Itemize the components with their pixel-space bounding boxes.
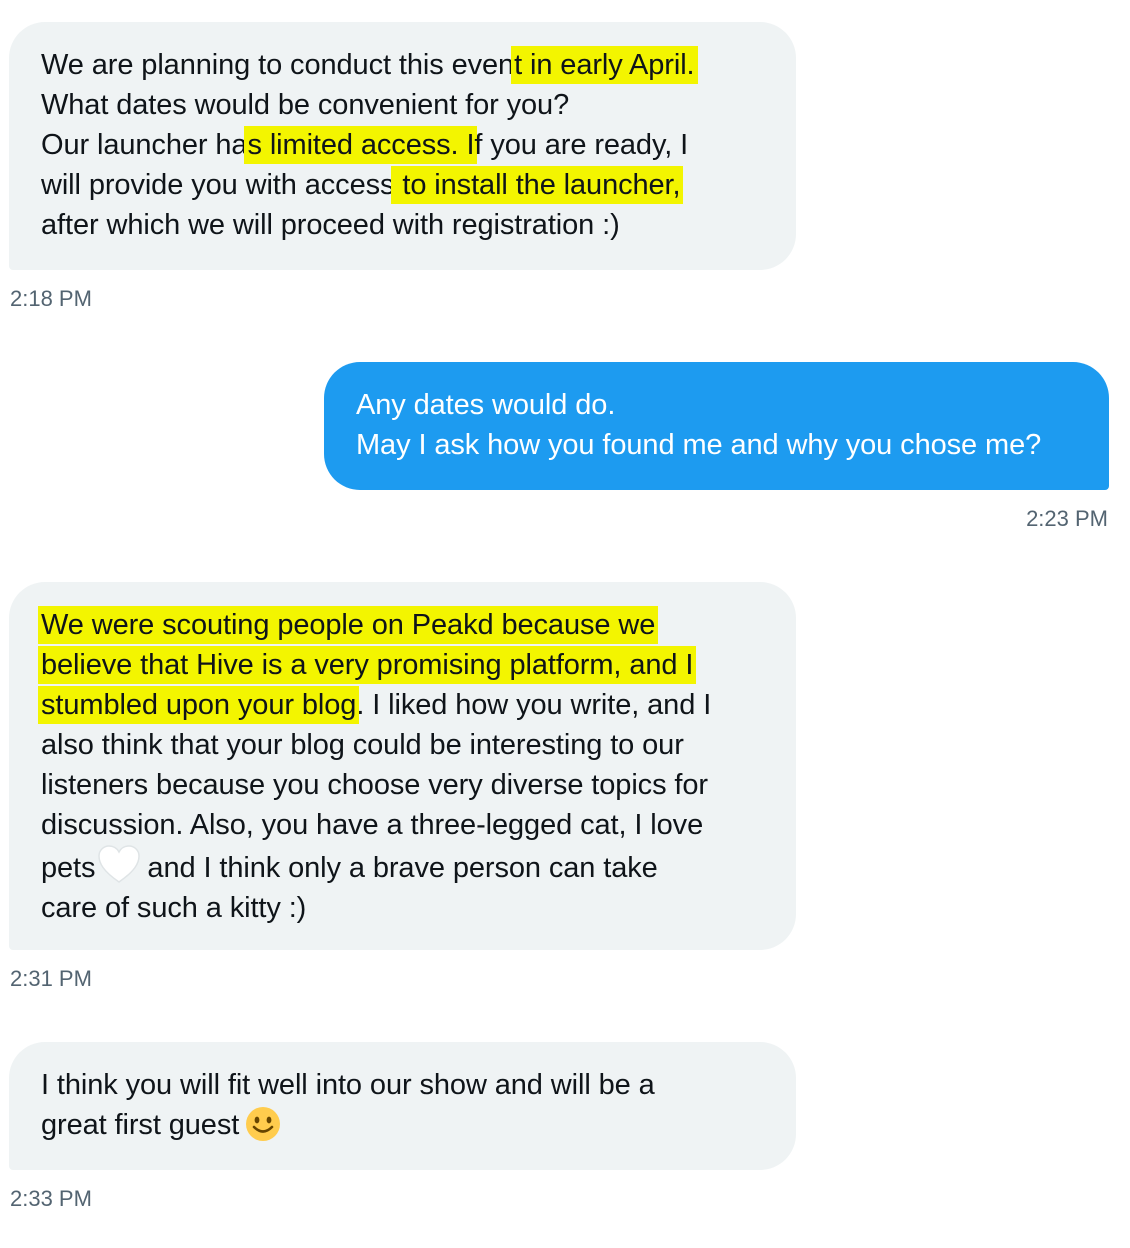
message-bubble-incoming: I think you will fit well into our show … xyxy=(9,1042,796,1170)
highlight: believe that Hive is a very promising pl… xyxy=(41,649,694,681)
smiling-face-icon xyxy=(245,1106,281,1142)
message-line: listeners because you choose very divers… xyxy=(41,769,708,801)
message-line: believe that Hive is a very promising pl… xyxy=(41,645,764,685)
message-line: discussion. Also, you have a three-legge… xyxy=(41,809,704,841)
message-line: also think that your blog could be inter… xyxy=(41,729,684,761)
message-line: May I ask how you found me and why you c… xyxy=(356,429,1042,461)
message-bubble-incoming: We were scouting people on Peakd because… xyxy=(9,582,796,950)
message-line: Our launcher has limited access. If you … xyxy=(41,129,689,161)
message-line: will provide you with access to install … xyxy=(41,169,681,201)
highlight: stumbled upon your blog xyxy=(41,689,357,721)
message-line: I think you will fit well into our show … xyxy=(41,1069,655,1101)
message-bubble-outgoing: Any dates would do. May I ask how you fo… xyxy=(324,362,1109,490)
highlight: We were scouting people on Peakd because… xyxy=(41,609,656,641)
message-line: We were scouting people on Peakd because… xyxy=(41,605,764,645)
message-timestamp: 2:33 PM xyxy=(10,1186,92,1211)
message-line: after which we will proceed with registr… xyxy=(41,209,620,241)
message-line: stumbled upon your blog. I liked how you… xyxy=(41,689,712,721)
message-line: We are planning to conduct this event in… xyxy=(41,49,695,81)
message-timestamp: 2:23 PM xyxy=(1026,506,1108,531)
highlight: s limited access. I xyxy=(247,129,475,161)
message-timestamp: 2:31 PM xyxy=(10,966,92,991)
highlight: t in early April. xyxy=(514,49,695,81)
message-line: pets and I think only a brave person can … xyxy=(41,845,764,888)
message-bubble-incoming: We are planning to conduct this event in… xyxy=(9,22,796,270)
message-line: care of such a kitty :) xyxy=(41,892,307,924)
message-line: Any dates would do. xyxy=(356,389,616,421)
highlight: to install the launcher, xyxy=(394,169,681,201)
white-heart-icon xyxy=(97,845,141,885)
message-line: great first guest xyxy=(41,1105,764,1145)
message-line: What dates would be convenient for you? xyxy=(41,89,570,121)
message-timestamp: 2:18 PM xyxy=(10,286,92,311)
